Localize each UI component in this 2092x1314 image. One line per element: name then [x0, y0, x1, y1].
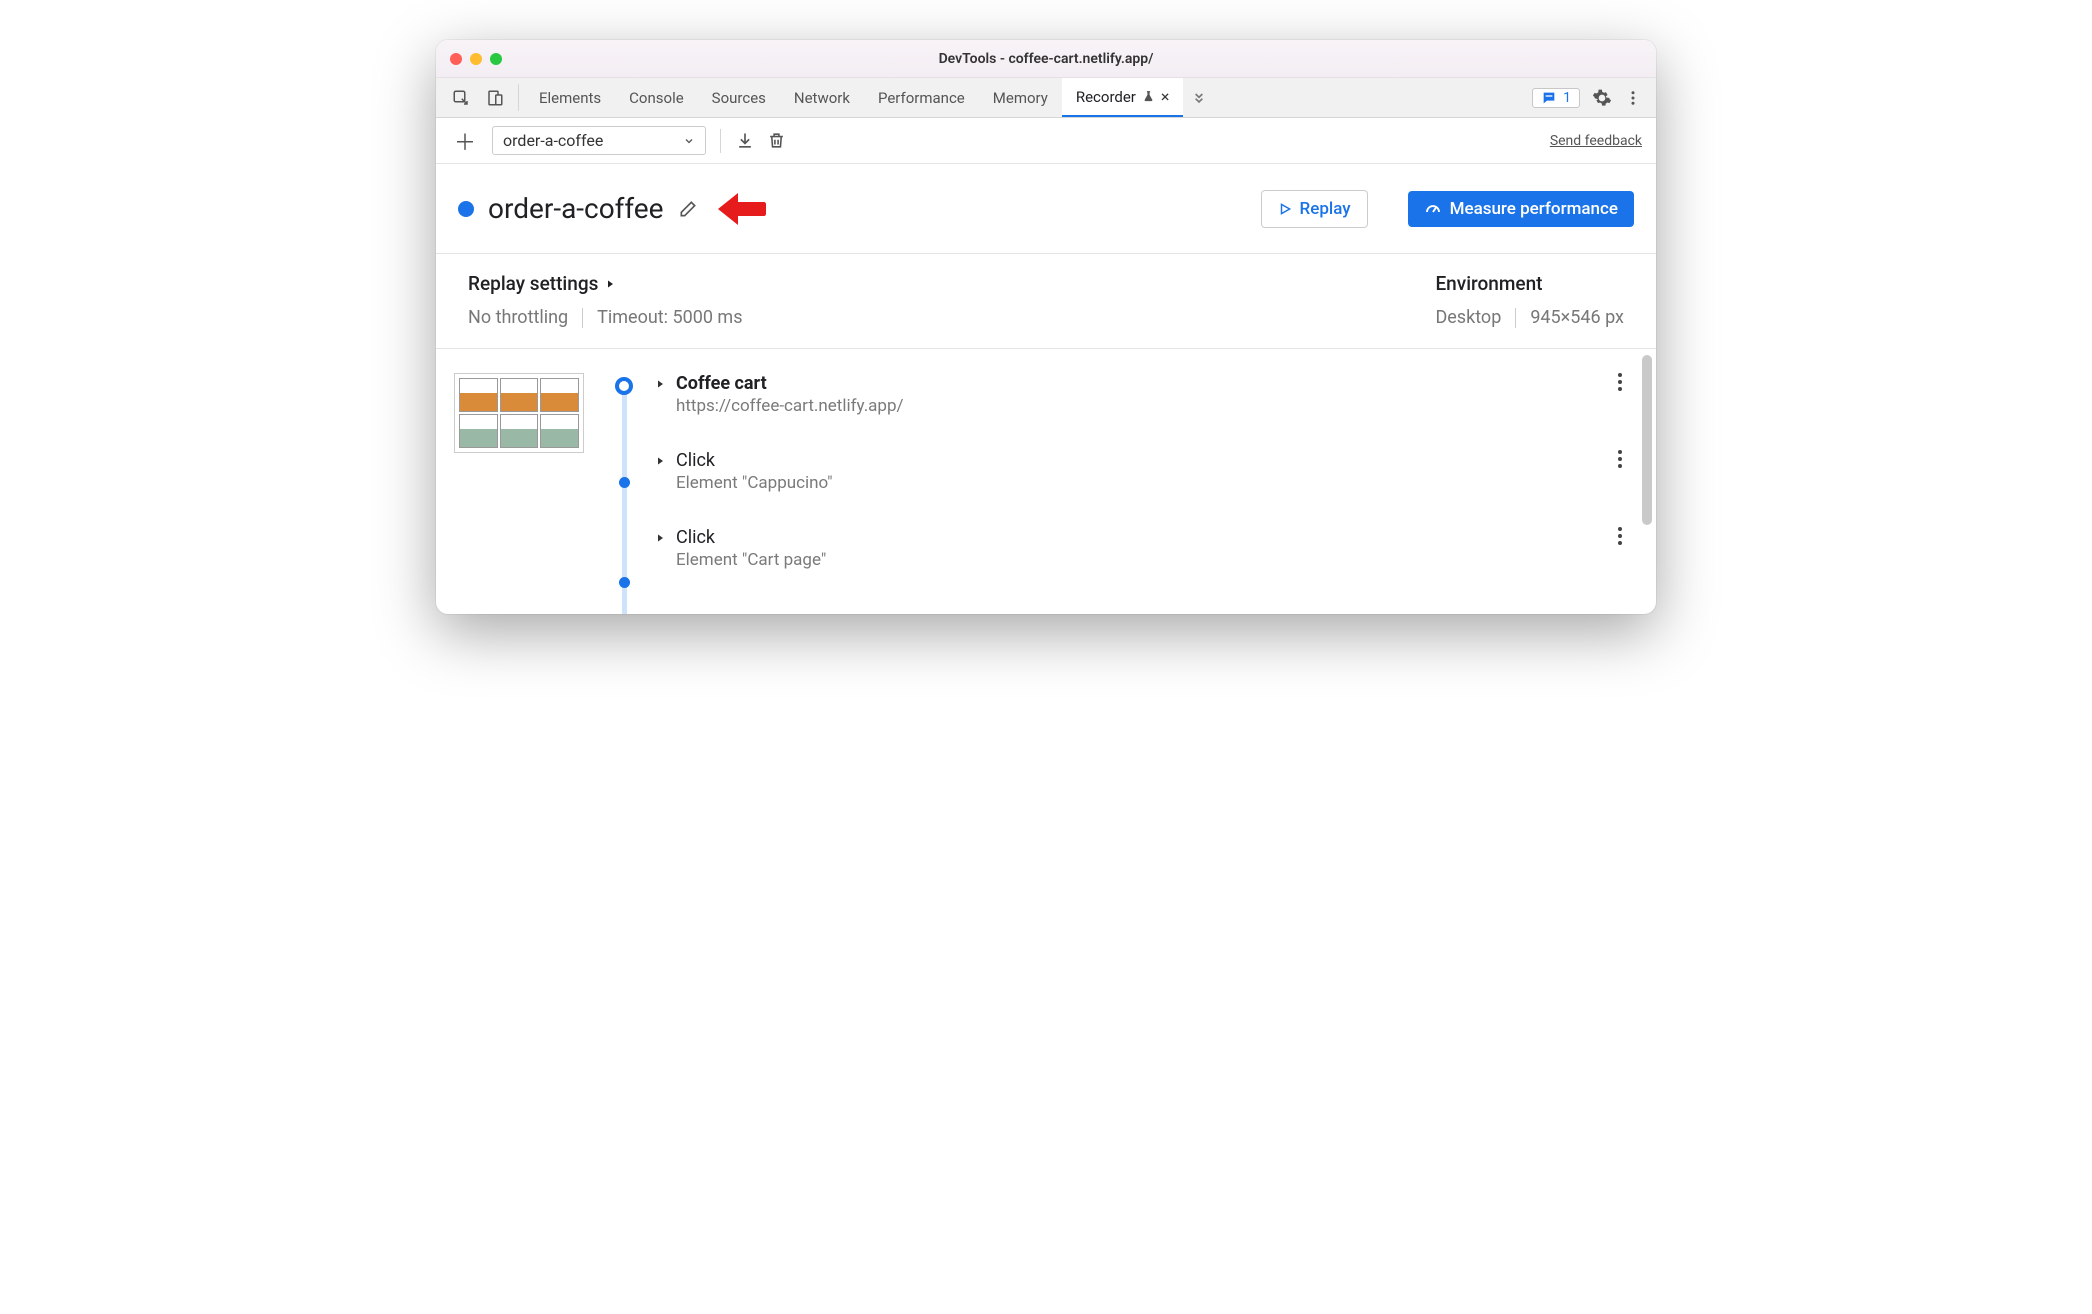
- flask-icon: [1142, 90, 1155, 103]
- traffic-lights: [450, 53, 502, 65]
- tab-elements[interactable]: Elements: [525, 78, 615, 117]
- recording-select[interactable]: order-a-coffee: [492, 126, 706, 155]
- more-options-icon[interactable]: [1624, 89, 1642, 107]
- close-tab-icon[interactable]: ×: [1161, 87, 1170, 106]
- recording-steps: Coffee cart https://coffee-cart.netlify.…: [436, 349, 1656, 604]
- timeout-value: Timeout: 5000 ms: [597, 307, 742, 328]
- tab-memory[interactable]: Memory: [979, 78, 1062, 117]
- inspect-element-icon[interactable]: [444, 78, 478, 117]
- devtools-tabbar: Elements Console Sources Network Perform…: [436, 78, 1656, 118]
- more-tabs-icon[interactable]: [1183, 78, 1215, 117]
- close-window-button[interactable]: [450, 53, 462, 65]
- expand-step-icon[interactable]: [654, 455, 666, 467]
- step-menu-button[interactable]: [1618, 373, 1638, 391]
- minimize-window-button[interactable]: [470, 53, 482, 65]
- step-subtitle: Element "Cart page": [676, 550, 826, 570]
- measure-performance-button[interactable]: Measure performance: [1408, 191, 1634, 227]
- step-thumbnail: [454, 373, 584, 453]
- recording-status-dot: [458, 201, 474, 217]
- chat-icon: [1541, 90, 1557, 106]
- chevron-down-icon: [683, 135, 695, 147]
- tab-network[interactable]: Network: [780, 78, 864, 117]
- tab-recorder[interactable]: Recorder ×: [1062, 78, 1184, 117]
- throttling-value: No throttling: [468, 307, 568, 328]
- replay-settings-row: Replay settings No throttling Timeout: 5…: [436, 254, 1656, 349]
- device-toolbar-icon[interactable]: [478, 78, 512, 117]
- window-title: DevTools - coffee-cart.netlify.app/: [436, 51, 1656, 67]
- step-menu-button[interactable]: [1618, 527, 1638, 545]
- recording-title: order-a-coffee: [488, 192, 664, 225]
- replay-label: Replay: [1300, 199, 1351, 219]
- issues-count: 1: [1563, 90, 1571, 106]
- timeline-node[interactable]: [619, 477, 630, 488]
- edit-title-button[interactable]: [678, 199, 698, 219]
- device-value: Desktop: [1435, 307, 1501, 328]
- expand-step-icon[interactable]: [654, 532, 666, 544]
- step-subtitle: Element "Cappucino": [676, 473, 833, 493]
- new-recording-button[interactable]: ＋: [450, 125, 480, 157]
- recording-header: order-a-coffee Replay Measure performanc…: [436, 164, 1656, 254]
- replay-button[interactable]: Replay: [1261, 190, 1368, 228]
- step-title: Click: [676, 527, 826, 548]
- send-feedback-link[interactable]: Send feedback: [1550, 133, 1642, 149]
- recording-step[interactable]: Click Element "Cappucino": [654, 450, 1638, 493]
- vertical-scrollbar[interactable]: [1642, 355, 1652, 525]
- window-titlebar: DevTools - coffee-cart.netlify.app/: [436, 40, 1656, 78]
- step-subtitle: https://coffee-cart.netlify.app/: [676, 396, 904, 416]
- annotation-arrow-icon: [718, 189, 766, 229]
- environment-heading: Environment: [1435, 272, 1624, 295]
- delete-button[interactable]: [767, 131, 786, 150]
- tab-sources[interactable]: Sources: [698, 78, 780, 117]
- tab-performance[interactable]: Performance: [864, 78, 979, 117]
- play-icon: [1278, 202, 1292, 216]
- chevron-right-icon: [604, 278, 616, 290]
- timeline-node[interactable]: [619, 577, 630, 588]
- step-menu-button[interactable]: [1618, 450, 1638, 468]
- recording-step[interactable]: Coffee cart https://coffee-cart.netlify.…: [654, 373, 1638, 416]
- gauge-icon: [1424, 200, 1442, 218]
- step-title: Coffee cart: [676, 373, 904, 394]
- replay-settings-toggle[interactable]: Replay settings: [468, 272, 743, 295]
- step-title: Click: [676, 450, 833, 471]
- expand-step-icon[interactable]: [654, 378, 666, 390]
- measure-label: Measure performance: [1450, 199, 1618, 219]
- devtools-window: DevTools - coffee-cart.netlify.app/ Elem…: [436, 40, 1656, 614]
- export-button[interactable]: [735, 131, 755, 151]
- settings-icon[interactable]: [1592, 88, 1612, 108]
- timeline-node[interactable]: [615, 377, 633, 395]
- tab-console[interactable]: Console: [615, 78, 698, 117]
- issues-button[interactable]: 1: [1532, 88, 1580, 108]
- recording-step[interactable]: Click Element "Cart page": [654, 527, 1638, 570]
- zoom-window-button[interactable]: [490, 53, 502, 65]
- recorder-toolbar: ＋ order-a-coffee Send feedback: [436, 118, 1656, 164]
- viewport-value: 945×546 px: [1530, 307, 1624, 328]
- recording-select-value: order-a-coffee: [503, 131, 603, 150]
